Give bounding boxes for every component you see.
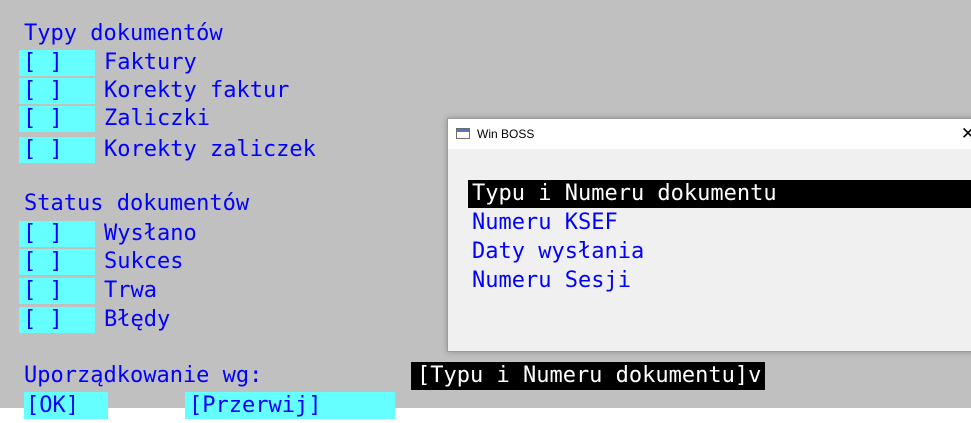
- cancel-button[interactable]: [Przerwij]: [185, 392, 395, 419]
- checkbox-zaliczki[interactable]: [ ]: [19, 106, 95, 132]
- checkbox-label-korekty-zaliczek: Korekty zaliczek: [104, 137, 316, 162]
- close-icon[interactable]: ✕: [953, 119, 971, 149]
- popup-option-list: Typu i Numeru dokumentu Numeru KSEF Daty…: [448, 149, 971, 351]
- option-numeru-sesji[interactable]: Numeru Sesji: [468, 267, 631, 295]
- option-daty-wyslania[interactable]: Daty wysłania: [468, 238, 644, 266]
- checkbox-faktury[interactable]: [ ]: [19, 50, 95, 76]
- checkbox-label-faktury: Faktury: [104, 50, 197, 75]
- window-icon: [456, 128, 470, 139]
- checkbox-trwa[interactable]: [ ]: [19, 278, 95, 304]
- checkbox-bledy[interactable]: [ ]: [19, 307, 95, 333]
- popup-titlebar[interactable]: Win BOSS ✕: [448, 119, 971, 149]
- option-numeru-ksef[interactable]: Numeru KSEF: [468, 209, 618, 237]
- checkbox-label-trwa: Trwa: [104, 278, 157, 303]
- checkbox-label-bledy: Błędy: [104, 307, 171, 332]
- document-status-heading: Status dokumentów: [24, 191, 250, 216]
- checkbox-label-sukces: Sukces: [104, 249, 184, 274]
- checkbox-label-zaliczki: Zaliczki: [104, 106, 210, 131]
- checkbox-korekty-zaliczek[interactable]: [ ]: [19, 137, 95, 163]
- form-screen: Typy dokumentów [ ] Faktury [ ] Korekty …: [0, 0, 971, 419]
- ordering-popup-window: Win BOSS ✕ Typu i Numeru dokumentu Numer…: [447, 118, 971, 352]
- popup-title: Win BOSS: [477, 127, 535, 141]
- ok-button[interactable]: [OK]: [24, 392, 108, 419]
- checkbox-korekty-faktur[interactable]: [ ]: [19, 78, 95, 104]
- checkbox-sukces[interactable]: [ ]: [19, 249, 95, 275]
- ordering-label: Uporządkowanie wg:: [24, 363, 263, 388]
- option-typu-i-numeru-dokumentu[interactable]: Typu i Numeru dokumentu: [468, 180, 971, 208]
- checkbox-label-wyslano: Wysłano: [104, 221, 197, 246]
- document-types-heading: Typy dokumentów: [24, 21, 223, 46]
- checkbox-wyslano[interactable]: [ ]: [19, 221, 95, 247]
- ordering-combobox[interactable]: [Typu i Numeru dokumentu]v: [411, 362, 766, 390]
- checkbox-label-korekty-faktur: Korekty faktur: [104, 78, 290, 103]
